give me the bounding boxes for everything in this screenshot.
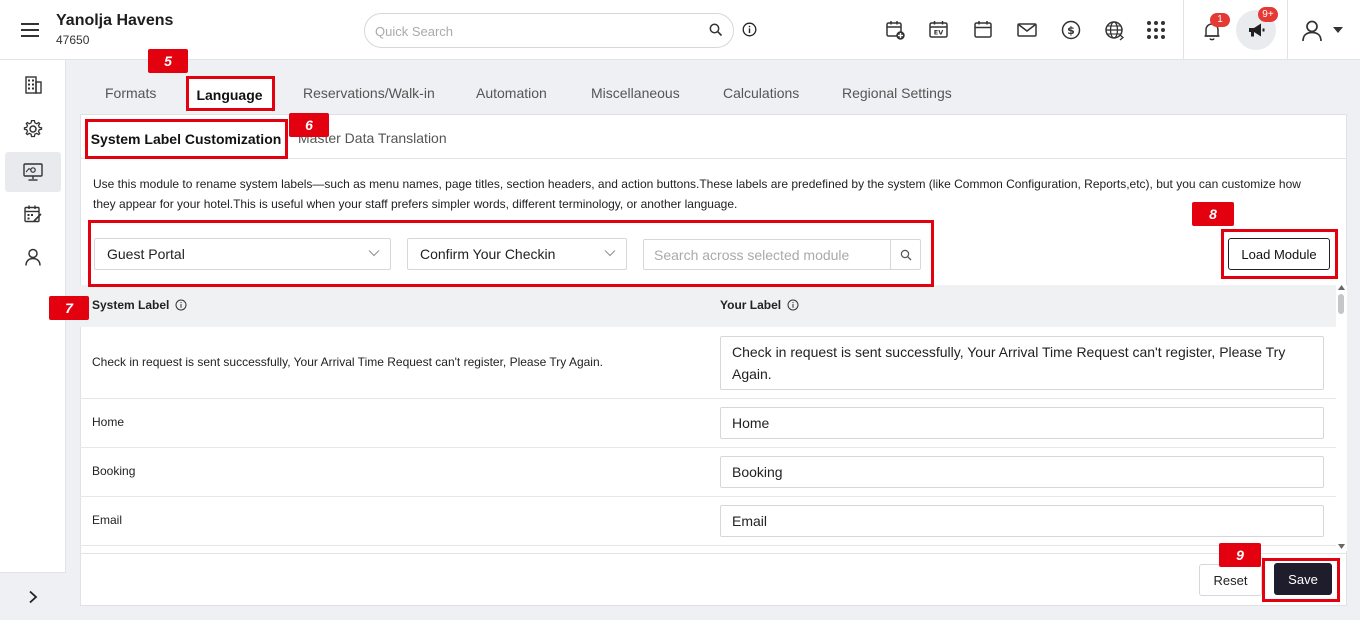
scroll-down-icon[interactable] — [1338, 544, 1345, 549]
person-icon — [23, 247, 43, 267]
sidebar-item-property[interactable] — [5, 65, 61, 105]
chevron-down-icon — [604, 249, 616, 257]
hotel-name: Yanolja Havens — [56, 12, 174, 29]
your-label-header-text: Your Label — [720, 298, 782, 312]
table-scrollbar[interactable] — [1336, 285, 1347, 551]
megaphone-icon — [1245, 19, 1267, 41]
building-icon — [23, 75, 43, 95]
page-select[interactable]: Confirm Your Checkin — [407, 238, 627, 270]
row-divider — [80, 398, 1336, 399]
caret-down-icon — [1333, 27, 1343, 33]
sidebar-item-users[interactable] — [5, 237, 61, 277]
gear-icon — [23, 119, 43, 139]
module-search-box — [643, 239, 921, 270]
calendar-ev-icon[interactable]: EV — [928, 19, 950, 41]
user-icon — [1300, 18, 1326, 44]
chevron-down-icon — [368, 249, 380, 257]
your-label-input[interactable]: Booking — [720, 456, 1324, 488]
notification-badge: 1 — [1210, 13, 1230, 27]
save-button[interactable]: Save — [1274, 563, 1332, 595]
monitor-icon — [22, 162, 44, 182]
sidebar-expand-button[interactable] — [0, 572, 66, 620]
callout-number: 7 — [49, 296, 89, 320]
row-divider — [80, 545, 1336, 546]
page-select-value: Confirm Your Checkin — [420, 246, 556, 262]
callout-number: 8 — [1192, 202, 1234, 226]
footer-divider — [80, 553, 1347, 554]
top-header: Yanolja Havens 47650 EV $ 1 9+ — [0, 0, 1360, 60]
search-icon[interactable] — [709, 23, 723, 37]
module-search-input[interactable] — [654, 246, 884, 264]
announcement-badge: 9+ — [1258, 7, 1278, 22]
calendar-add-icon[interactable] — [884, 19, 906, 41]
info-icon[interactable] — [787, 299, 799, 311]
system-label-header: System Label — [92, 298, 187, 312]
table-row-system-label: Email — [92, 513, 123, 527]
your-label-header: Your Label — [720, 298, 799, 312]
your-label-input[interactable]: Email — [720, 505, 1324, 537]
info-icon[interactable] — [742, 22, 757, 37]
subtab-divider — [80, 158, 1347, 159]
hotel-id: 47650 — [56, 33, 90, 47]
dollar-icon[interactable]: $ — [1060, 19, 1082, 41]
callout-number: 5 — [148, 49, 188, 73]
tab-regional-settings[interactable]: Regional Settings — [842, 85, 952, 101]
scroll-up-icon[interactable] — [1338, 285, 1345, 290]
system-label-header-text: System Label — [92, 298, 170, 312]
tab-calculations[interactable]: Calculations — [723, 85, 799, 101]
mail-icon[interactable] — [1016, 19, 1038, 41]
left-sidebar — [0, 60, 66, 620]
tab-formats[interactable]: Formats — [105, 85, 156, 101]
subtab-system-label-customization[interactable]: System Label Customization — [88, 121, 284, 157]
info-icon[interactable] — [175, 299, 187, 311]
table-row-system-label: Check in request is sent successfully, Y… — [92, 355, 603, 369]
row-divider — [80, 447, 1336, 448]
calendar-edit-icon — [23, 204, 43, 224]
tab-reservations-walk-in[interactable]: Reservations/Walk-in — [303, 85, 435, 101]
callout-number: 6 — [289, 113, 329, 137]
tab-language[interactable]: Language — [186, 76, 273, 112]
scrollbar-thumb[interactable] — [1338, 294, 1344, 314]
apps-grid-icon[interactable] — [1145, 19, 1167, 41]
your-label-input[interactable]: Home — [720, 407, 1324, 439]
your-label-input[interactable]: Check in request is sent successfully, Y… — [720, 336, 1324, 390]
sidebar-item-settings[interactable] — [5, 109, 61, 149]
quick-search-box — [364, 13, 734, 48]
chevron-right-icon — [27, 590, 39, 604]
calendar-icon[interactable] — [972, 19, 994, 41]
reset-button[interactable]: Reset — [1199, 564, 1262, 596]
quick-search-input[interactable] — [375, 21, 695, 41]
module-description: Use this module to rename system labels—… — [93, 177, 1301, 211]
sidebar-item-configuration[interactable] — [5, 152, 61, 192]
globe-icon[interactable] — [1104, 19, 1126, 41]
table-header — [80, 285, 1336, 327]
search-icon[interactable] — [890, 240, 920, 269]
tab-automation[interactable]: Automation — [476, 85, 547, 101]
menu-icon[interactable] — [20, 20, 42, 40]
row-divider — [80, 496, 1336, 497]
table-row-system-label: Home — [92, 415, 125, 429]
table-row-system-label: Booking — [92, 464, 136, 478]
module-select[interactable]: Guest Portal — [94, 238, 391, 270]
sidebar-item-reservations[interactable] — [5, 194, 61, 234]
load-module-button[interactable]: Load Module — [1228, 238, 1330, 270]
callout-number: 9 — [1219, 543, 1261, 567]
module-select-value: Guest Portal — [107, 246, 185, 262]
svg-text:EV: EV — [934, 29, 943, 37]
tab-miscellaneous[interactable]: Miscellaneous — [591, 85, 680, 101]
user-menu[interactable] — [1300, 18, 1346, 44]
svg-text:$: $ — [1067, 24, 1075, 37]
